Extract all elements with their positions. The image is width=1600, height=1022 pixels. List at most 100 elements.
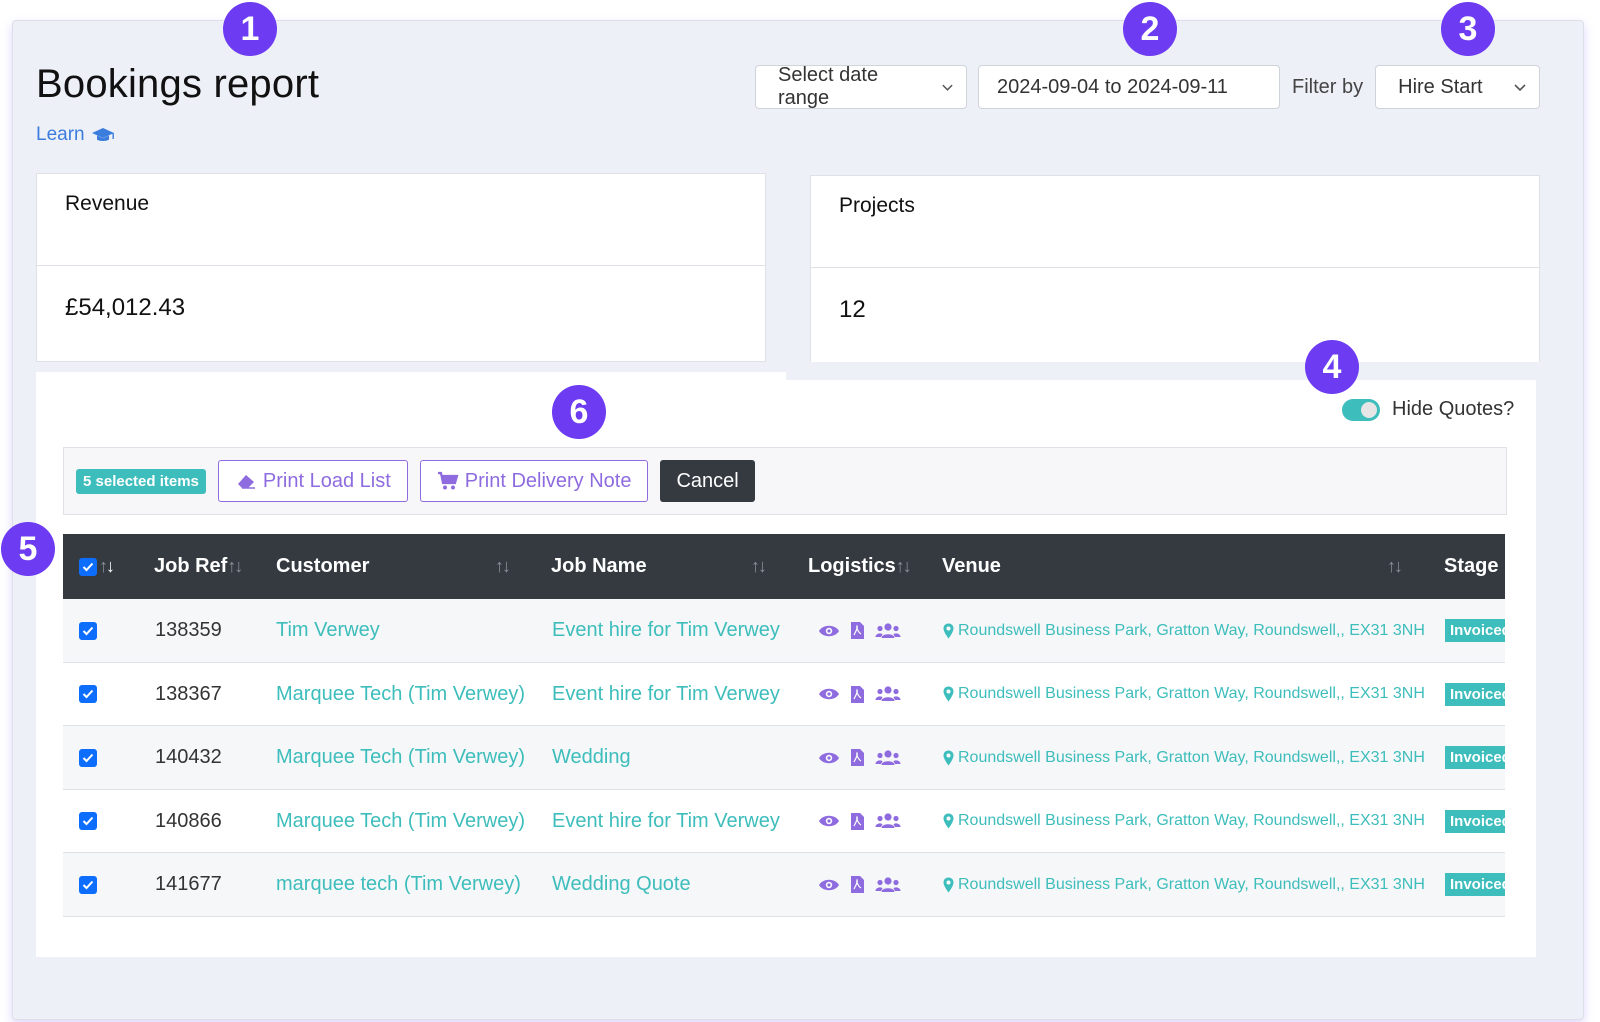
- step-marker-2: 2: [1123, 2, 1177, 56]
- pdf-file-icon[interactable]: [850, 875, 865, 894]
- map-pin-icon: [943, 686, 954, 702]
- sort-icon[interactable]: ↑↓: [1387, 556, 1403, 577]
- row-checkbox[interactable]: [79, 748, 97, 767]
- users-icon[interactable]: [875, 812, 901, 830]
- eye-icon[interactable]: [818, 624, 840, 638]
- col-customer-label: Customer: [276, 555, 370, 577]
- page-title: Bookings report: [36, 62, 320, 106]
- venue-link[interactable]: Roundswell Business Park, Gratton Way, R…: [943, 599, 1425, 662]
- chevron-down-icon: [942, 84, 953, 91]
- venue-text: Roundswell Business Park, Gratton Way, R…: [958, 812, 1425, 829]
- select-all-checkbox[interactable]: [79, 557, 97, 576]
- col-job-name[interactable]: Job Name: [551, 534, 647, 599]
- row-select[interactable]: [79, 726, 97, 789]
- date-range-select[interactable]: Select date range: [755, 64, 967, 109]
- venue-link[interactable]: Roundswell Business Park, Gratton Way, R…: [943, 790, 1425, 853]
- projects-label: Projects: [811, 176, 1539, 268]
- bulk-action-bar: 5 selected items Print Load List Print D…: [63, 447, 1507, 515]
- col-logistics[interactable]: Logistics ↑↓: [808, 534, 912, 599]
- status-badge: Invoiced: [1445, 619, 1505, 642]
- col-venue[interactable]: Venue: [942, 534, 1001, 599]
- date-range-input[interactable]: 2024-09-04 to 2024-09-11: [978, 65, 1280, 109]
- check-icon: [82, 816, 94, 826]
- step-marker-1: 1: [223, 2, 277, 56]
- sort-icon[interactable]: ↑↓: [495, 556, 511, 577]
- job-name-link[interactable]: Wedding Quote: [552, 853, 691, 916]
- projects-card: Projects 12: [810, 175, 1540, 363]
- cancel-label: Cancel: [676, 469, 739, 492]
- customer-link[interactable]: Marquee Tech (Tim Verwey): [276, 726, 525, 789]
- job-name-link[interactable]: Event hire for Tim Verwey: [552, 790, 780, 853]
- venue-text: Roundswell Business Park, Gratton Way, R…: [958, 621, 1425, 639]
- table-body: 138359 Tim Verwey Event hire for Tim Ver…: [63, 599, 1505, 917]
- toggle-knob: [1361, 401, 1377, 418]
- col-stage[interactable]: Stage: [1444, 534, 1498, 599]
- toggle-switch[interactable]: [1342, 398, 1380, 421]
- users-icon[interactable]: [875, 749, 901, 767]
- table-row[interactable]: 140866 Marquee Tech (Tim Verwey) Event h…: [63, 789, 1505, 853]
- job-ref: 140432: [155, 746, 222, 768]
- table-row[interactable]: 141677 marquee tech (Tim Verwey) Wedding…: [63, 853, 1505, 917]
- date-range-value: 2024-09-04 to 2024-09-11: [997, 75, 1228, 98]
- select-all-header[interactable]: ↑↓: [79, 534, 115, 599]
- status-badge: Invoiced: [1445, 746, 1505, 769]
- table-row[interactable]: 138359 Tim Verwey Event hire for Tim Ver…: [63, 599, 1505, 663]
- sort-venue[interactable]: ↑↓: [1387, 534, 1403, 599]
- hide-quotes-toggle[interactable]: Hide Quotes?: [1342, 398, 1514, 421]
- row-select[interactable]: [79, 790, 97, 853]
- pdf-file-icon[interactable]: [850, 748, 865, 767]
- stage-cell: Invoiced: [1445, 599, 1505, 662]
- pdf-file-icon[interactable]: [850, 621, 865, 640]
- revenue-value: £54,012.43: [65, 294, 186, 321]
- row-checkbox[interactable]: [79, 875, 97, 894]
- eye-icon[interactable]: [818, 814, 840, 828]
- row-select[interactable]: [79, 853, 97, 916]
- cancel-button[interactable]: Cancel: [660, 460, 755, 502]
- users-icon[interactable]: [875, 622, 901, 640]
- pdf-file-icon[interactable]: [850, 685, 865, 704]
- pdf-file-icon[interactable]: [850, 812, 865, 831]
- stage-cell: Invoiced: [1445, 790, 1505, 853]
- filter-by-select[interactable]: Hire Start: [1375, 65, 1541, 109]
- map-pin-icon: [943, 623, 954, 638]
- col-job-ref[interactable]: Job Ref ↑↓: [154, 534, 243, 599]
- col-customer[interactable]: Customer: [276, 534, 369, 599]
- eye-icon[interactable]: [818, 687, 840, 701]
- learn-link[interactable]: Learn: [36, 124, 115, 146]
- row-select[interactable]: [79, 663, 97, 726]
- customer-link[interactable]: marquee tech (Tim Verwey): [276, 853, 521, 916]
- users-icon[interactable]: [875, 685, 901, 703]
- venue-link[interactable]: Roundswell Business Park, Gratton Way, R…: [943, 726, 1425, 789]
- customer-link[interactable]: Tim Verwey: [276, 599, 380, 662]
- table-row[interactable]: 140432 Marquee Tech (Tim Verwey) Wedding…: [63, 726, 1505, 790]
- eye-icon[interactable]: [818, 878, 840, 892]
- customer-link[interactable]: Marquee Tech (Tim Verwey): [276, 663, 525, 726]
- step-marker-4: 4: [1305, 340, 1359, 394]
- table-row[interactable]: 138367 Marquee Tech (Tim Verwey) Event h…: [63, 662, 1505, 726]
- date-range-select-value: Select date range: [778, 64, 879, 109]
- job-name-link[interactable]: Event hire for Tim Verwey: [552, 663, 780, 726]
- print-delivery-note-button[interactable]: Print Delivery Note: [419, 460, 649, 502]
- chevron-down-icon: [1514, 84, 1526, 92]
- graduation-cap-icon: [91, 128, 114, 141]
- sort-customer[interactable]: ↑↓: [495, 534, 511, 599]
- sort-icon[interactable]: ↑↓: [896, 556, 912, 577]
- job-name-link[interactable]: Event hire for Tim Verwey: [552, 599, 780, 662]
- row-checkbox[interactable]: [79, 812, 97, 830]
- eye-icon[interactable]: [818, 751, 840, 765]
- venue-link[interactable]: Roundswell Business Park, Gratton Way, R…: [943, 663, 1425, 726]
- col-job-ref-label: Job Ref: [154, 555, 228, 577]
- sort-icon[interactable]: ↑↓: [751, 556, 767, 577]
- sort-job-name[interactable]: ↑↓: [751, 534, 767, 599]
- job-name-link[interactable]: Wedding: [552, 726, 631, 789]
- revenue-card: Revenue £54,012.43: [36, 173, 766, 362]
- sort-icon[interactable]: ↑↓: [99, 556, 115, 577]
- venue-link[interactable]: Roundswell Business Park, Gratton Way, R…: [943, 853, 1425, 916]
- row-select[interactable]: [79, 599, 97, 662]
- sort-icon[interactable]: ↑↓: [227, 556, 243, 577]
- row-checkbox[interactable]: [79, 685, 97, 703]
- users-icon[interactable]: [875, 876, 901, 894]
- row-checkbox[interactable]: [79, 621, 97, 640]
- print-load-list-button[interactable]: Print Load List: [217, 460, 408, 502]
- customer-link[interactable]: Marquee Tech (Tim Verwey): [276, 790, 525, 853]
